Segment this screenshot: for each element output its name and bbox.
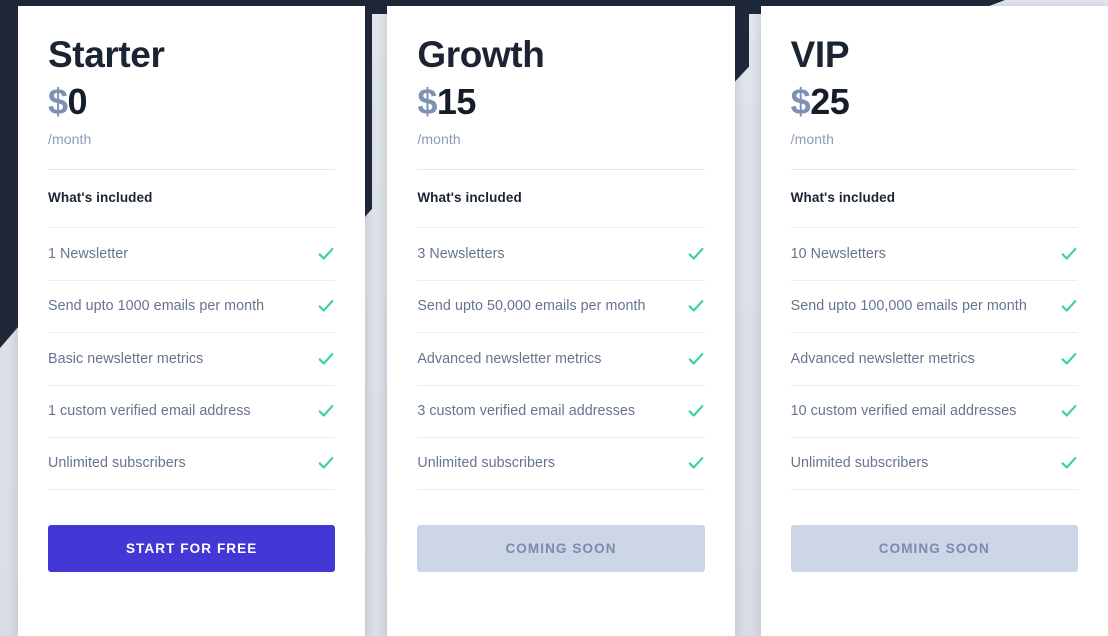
check-icon — [688, 405, 704, 418]
feature-list: 3 Newsletters Send upto 50,000 emails pe… — [417, 227, 705, 490]
plan-price: $0 — [48, 81, 335, 122]
check-icon — [1061, 405, 1077, 418]
plan-name: VIP — [790, 34, 850, 75]
start-for-free-button[interactable]: START FOR FREE — [48, 524, 336, 572]
price-amount: 0 — [67, 80, 88, 122]
list-item: Basic newsletter metrics — [48, 332, 336, 385]
list-item: 1 Newsletter — [48, 227, 336, 280]
feature-label: Advanced newsletter metrics — [790, 350, 975, 367]
feature-label: Send upto 50,000 emails per month — [417, 298, 646, 315]
check-icon — [318, 352, 334, 365]
pricing-card-starter: Starter $0 /month What's included 1 News… — [18, 6, 366, 636]
plan-name: Growth — [417, 34, 545, 75]
currency-symbol: $ — [48, 80, 68, 122]
pricing-card-growth: Growth $15 /month What's included 3 News… — [387, 6, 735, 636]
pricing-card-row: Starter $0 /month What's included 1 News… — [0, 0, 1108, 636]
feature-label: 3 custom verified email addresses — [417, 403, 636, 420]
coming-soon-button[interactable]: COMING SOON — [417, 524, 705, 572]
included-heading: What's included — [790, 190, 896, 206]
billing-period: /month — [790, 131, 835, 148]
list-item: Unlimited subscribers — [48, 437, 336, 490]
feature-list: 10 Newsletters Send upto 100,000 emails … — [790, 227, 1078, 490]
feature-label: Advanced newsletter metrics — [417, 350, 602, 367]
feature-label: Send upto 100,000 emails per month — [790, 298, 1027, 315]
price-amount: 15 — [436, 80, 477, 122]
pricing-page: Starter $0 /month What's included 1 News… — [0, 0, 1108, 636]
check-icon — [688, 352, 704, 365]
feature-label: 3 Newsletters — [417, 245, 505, 262]
feature-label: Basic newsletter metrics — [48, 350, 204, 367]
check-icon — [318, 247, 334, 260]
feature-label: Unlimited subscribers — [48, 455, 186, 472]
check-icon — [318, 405, 334, 418]
check-icon — [1061, 352, 1077, 365]
plan-name: Starter — [48, 34, 165, 75]
check-icon — [318, 300, 334, 313]
feature-label: 1 custom verified email address — [48, 403, 251, 420]
check-icon — [1061, 457, 1077, 470]
feature-label: 10 Newsletters — [790, 245, 886, 262]
included-heading: What's included — [417, 190, 522, 206]
check-icon — [1061, 300, 1077, 313]
feature-label: Unlimited subscribers — [790, 455, 929, 472]
list-item: Advanced newsletter metrics — [417, 332, 705, 385]
billing-period: /month — [417, 131, 461, 148]
list-item: 10 custom verified email addresses — [790, 384, 1078, 438]
feature-list: 1 Newsletter Send upto 1000 emails per m… — [48, 227, 336, 490]
list-item: 3 custom verified email addresses — [417, 384, 705, 438]
plan-price: $25 — [791, 81, 1078, 122]
list-item: Send upto 50,000 emails per month — [417, 279, 705, 333]
list-item: Send upto 1000 emails per month — [48, 279, 336, 333]
feature-label: Send upto 1000 emails per month — [48, 298, 265, 315]
billing-period: /month — [48, 131, 92, 148]
check-icon — [688, 457, 704, 470]
currency-symbol: $ — [417, 80, 437, 122]
list-item: Send upto 100,000 emails per month — [790, 279, 1078, 333]
list-item: 1 custom verified email address — [48, 384, 336, 438]
plan-price: $15 — [417, 81, 704, 122]
check-icon — [1061, 247, 1077, 260]
check-icon — [688, 247, 704, 260]
check-icon — [318, 457, 334, 470]
list-item: Unlimited subscribers — [417, 437, 705, 490]
list-item: 10 Newsletters — [790, 227, 1078, 280]
feature-label: 1 Newsletter — [48, 245, 129, 262]
pricing-card-vip: VIP $25 /month What's included 10 Newsle… — [760, 6, 1108, 636]
currency-symbol: $ — [790, 80, 811, 122]
feature-label: 10 custom verified email addresses — [790, 403, 1017, 420]
coming-soon-button[interactable]: COMING SOON — [790, 524, 1078, 572]
feature-label: Unlimited subscribers — [417, 455, 556, 472]
list-item: 3 Newsletters — [417, 227, 705, 280]
price-amount: 25 — [810, 80, 850, 122]
included-heading: What's included — [48, 190, 153, 206]
list-item: Unlimited subscribers — [790, 437, 1078, 490]
check-icon — [688, 300, 704, 313]
list-item: Advanced newsletter metrics — [790, 332, 1078, 385]
